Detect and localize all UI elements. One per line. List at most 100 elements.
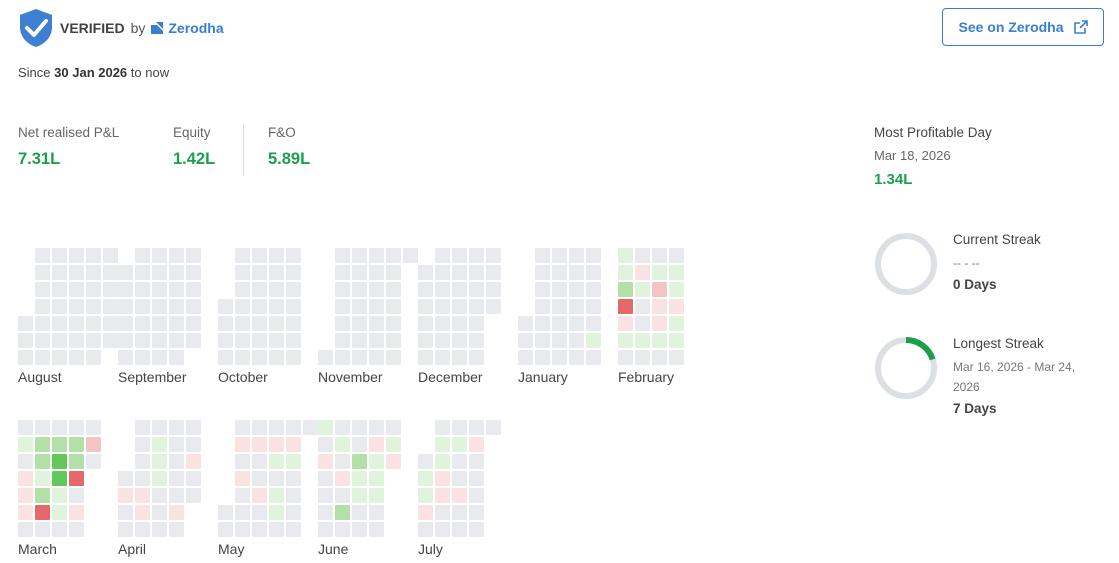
day-cell[interactable] xyxy=(69,282,84,297)
day-cell[interactable] xyxy=(152,437,167,452)
day-cell[interactable] xyxy=(435,522,450,537)
day-cell[interactable] xyxy=(118,282,133,297)
day-cell[interactable] xyxy=(169,248,184,263)
day-cell[interactable] xyxy=(152,454,167,469)
day-cell[interactable] xyxy=(369,299,384,314)
day-cell[interactable] xyxy=(569,265,584,280)
day-cell[interactable] xyxy=(352,505,367,520)
day-cell[interactable] xyxy=(186,299,201,314)
day-cell[interactable] xyxy=(335,265,350,280)
day-cell[interactable] xyxy=(569,299,584,314)
day-cell[interactable] xyxy=(18,488,33,503)
day-cell[interactable] xyxy=(135,420,150,435)
day-cell[interactable] xyxy=(386,282,401,297)
day-cell[interactable] xyxy=(286,437,301,452)
day-cell[interactable] xyxy=(569,333,584,348)
day-cell[interactable] xyxy=(235,316,250,331)
day-cell[interactable] xyxy=(169,437,184,452)
day-cell[interactable] xyxy=(186,488,201,503)
day-cell[interactable] xyxy=(286,265,301,280)
day-cell[interactable] xyxy=(352,522,367,537)
day-cell[interactable] xyxy=(635,299,650,314)
day-cell[interactable] xyxy=(535,333,550,348)
day-cell[interactable] xyxy=(235,437,250,452)
day-cell[interactable] xyxy=(335,437,350,452)
day-cell[interactable] xyxy=(52,505,67,520)
day-cell[interactable] xyxy=(118,522,133,537)
day-cell[interactable] xyxy=(52,420,67,435)
day-cell[interactable] xyxy=(469,522,484,537)
day-cell[interactable] xyxy=(218,316,233,331)
day-cell[interactable] xyxy=(652,282,667,297)
day-cell[interactable] xyxy=(252,350,267,365)
day-cell[interactable] xyxy=(152,420,167,435)
day-cell[interactable] xyxy=(269,316,284,331)
day-cell[interactable] xyxy=(352,350,367,365)
day-cell[interactable] xyxy=(18,471,33,486)
day-cell[interactable] xyxy=(386,454,401,469)
day-cell[interactable] xyxy=(235,420,250,435)
day-cell[interactable] xyxy=(69,437,84,452)
day-cell[interactable] xyxy=(318,522,333,537)
day-cell[interactable] xyxy=(152,316,167,331)
day-cell[interactable] xyxy=(435,265,450,280)
day-cell[interactable] xyxy=(418,522,433,537)
day-cell[interactable] xyxy=(552,299,567,314)
day-cell[interactable] xyxy=(569,350,584,365)
day-cell[interactable] xyxy=(486,248,501,263)
day-cell[interactable] xyxy=(86,350,101,365)
day-cell[interactable] xyxy=(369,333,384,348)
day-cell[interactable] xyxy=(169,454,184,469)
day-cell[interactable] xyxy=(418,333,433,348)
day-cell[interactable] xyxy=(269,265,284,280)
day-cell[interactable] xyxy=(86,299,101,314)
day-cell[interactable] xyxy=(252,299,267,314)
day-cell[interactable] xyxy=(69,488,84,503)
day-cell[interactable] xyxy=(118,350,133,365)
day-cell[interactable] xyxy=(135,282,150,297)
day-cell[interactable] xyxy=(652,333,667,348)
day-cell[interactable] xyxy=(635,248,650,263)
day-cell[interactable] xyxy=(35,437,50,452)
day-cell[interactable] xyxy=(669,282,684,297)
day-cell[interactable] xyxy=(269,471,284,486)
day-cell[interactable] xyxy=(335,333,350,348)
day-cell[interactable] xyxy=(235,522,250,537)
day-cell[interactable] xyxy=(352,471,367,486)
day-cell[interactable] xyxy=(186,420,201,435)
day-cell[interactable] xyxy=(486,265,501,280)
day-cell[interactable] xyxy=(135,350,150,365)
day-cell[interactable] xyxy=(403,248,418,263)
day-cell[interactable] xyxy=(235,471,250,486)
day-cell[interactable] xyxy=(618,316,633,331)
day-cell[interactable] xyxy=(135,299,150,314)
day-cell[interactable] xyxy=(269,299,284,314)
day-cell[interactable] xyxy=(652,350,667,365)
day-cell[interactable] xyxy=(452,248,467,263)
day-cell[interactable] xyxy=(269,505,284,520)
day-cell[interactable] xyxy=(18,316,33,331)
day-cell[interactable] xyxy=(369,248,384,263)
day-cell[interactable] xyxy=(618,350,633,365)
day-cell[interactable] xyxy=(103,333,118,348)
day-cell[interactable] xyxy=(169,488,184,503)
day-cell[interactable] xyxy=(235,488,250,503)
day-cell[interactable] xyxy=(69,505,84,520)
day-cell[interactable] xyxy=(418,299,433,314)
day-cell[interactable] xyxy=(86,316,101,331)
day-cell[interactable] xyxy=(486,299,501,314)
day-cell[interactable] xyxy=(435,471,450,486)
day-cell[interactable] xyxy=(669,333,684,348)
day-cell[interactable] xyxy=(18,454,33,469)
day-cell[interactable] xyxy=(252,420,267,435)
day-cell[interactable] xyxy=(335,488,350,503)
day-cell[interactable] xyxy=(269,522,284,537)
day-cell[interactable] xyxy=(318,505,333,520)
day-cell[interactable] xyxy=(318,454,333,469)
day-cell[interactable] xyxy=(118,333,133,348)
day-cell[interactable] xyxy=(52,299,67,314)
day-cell[interactable] xyxy=(552,248,567,263)
day-cell[interactable] xyxy=(118,299,133,314)
day-cell[interactable] xyxy=(335,248,350,263)
day-cell[interactable] xyxy=(369,437,384,452)
